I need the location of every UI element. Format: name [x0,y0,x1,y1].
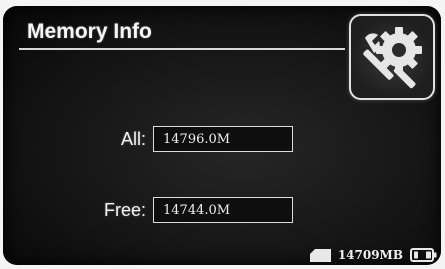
free-memory-label: Free: [103,199,146,220]
all-memory-field[interactable] [153,126,293,152]
device-screen: Memory Info All: 14796.0M Free: 14744.0M… [3,6,441,265]
battery-icon [410,248,437,262]
storage-free-text: 14709MB [337,248,403,262]
status-bar: 14709MB [309,248,437,262]
page-title: Memory Info [27,20,152,43]
title-divider [19,48,345,50]
free-memory-row: Free: [93,197,293,223]
all-memory-row: All: [93,126,293,152]
all-memory-label: All: [120,128,146,149]
settings-button[interactable] [349,14,435,100]
gear-wrench-icon [363,27,422,89]
sd-card-icon [309,248,331,262]
free-memory-field[interactable] [153,197,293,223]
